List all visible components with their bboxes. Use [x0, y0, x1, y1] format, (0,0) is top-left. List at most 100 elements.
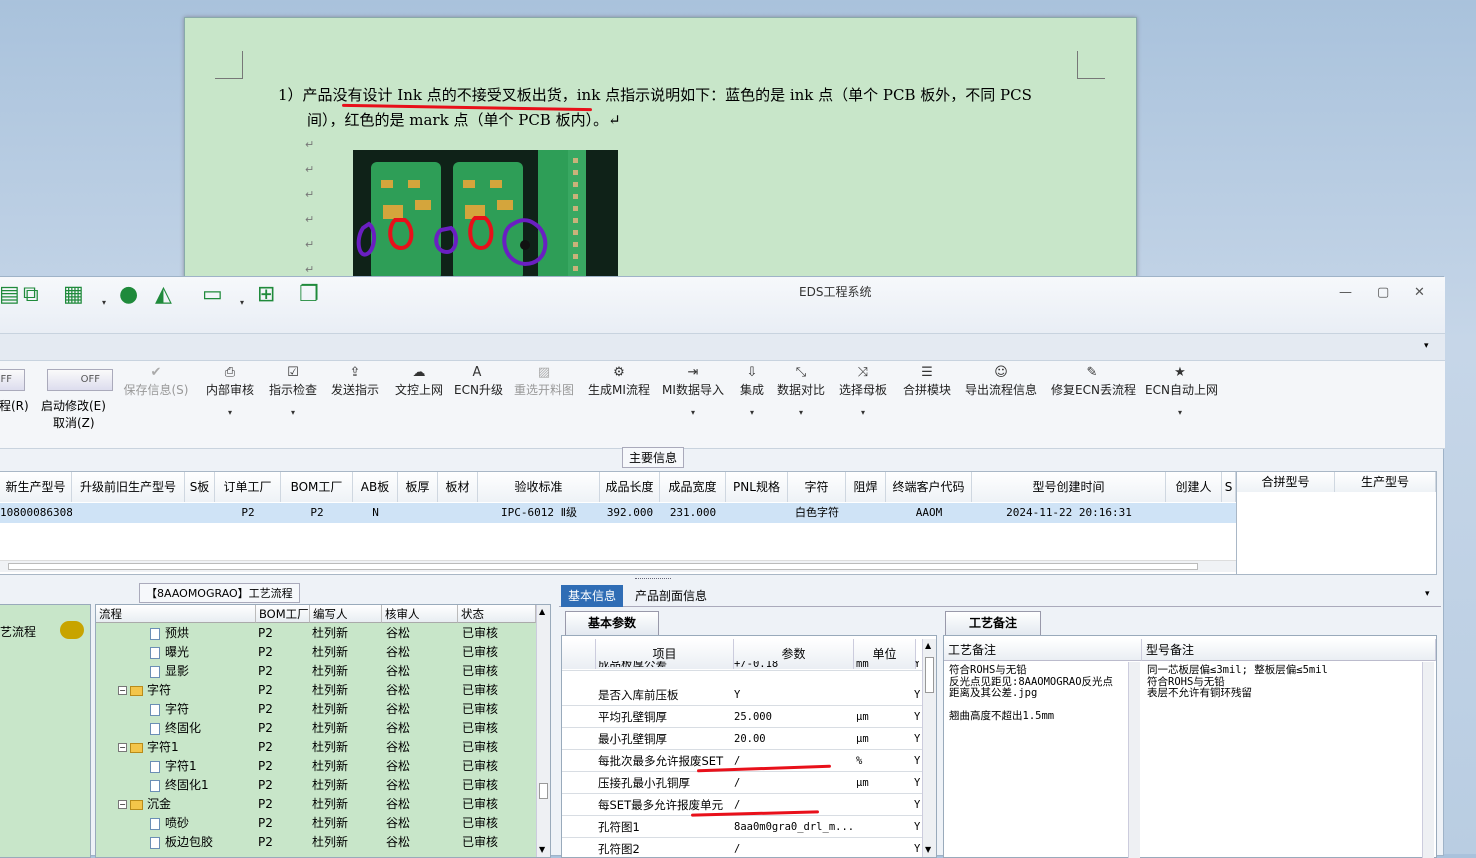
- vertical-scrollbar[interactable]: ▲ ▼: [922, 639, 936, 857]
- ribbon-button[interactable]: ⇥ MI数据导入 ▾: [661, 365, 725, 417]
- table-cell[interactable]: 392.000: [600, 503, 660, 523]
- table-cell[interactable]: [726, 503, 788, 523]
- column-header[interactable]: 成品长度: [600, 472, 660, 502]
- column-header[interactable]: 升级前旧生产型号: [72, 472, 185, 502]
- param-value[interactable]: /: [734, 838, 852, 857]
- param-row[interactable]: 最小孔壁铜厚 20.00 μm Y: [562, 728, 922, 750]
- table-row[interactable]: − 沉金 P2 杜列新 谷松 已审核: [96, 795, 536, 814]
- column-header[interactable]: 订单工厂: [215, 472, 281, 502]
- column-header[interactable]: 编写人: [310, 605, 382, 623]
- ribbon-button[interactable]: ★ ECN自动上网 ▾: [1145, 365, 1218, 417]
- table-cell[interactable]: IPC-6012 Ⅱ级: [478, 503, 600, 523]
- table-row[interactable]: 终固化 P2 杜列新 谷松 已审核: [96, 719, 536, 738]
- ribbon-button[interactable]: ☰ 合拼模块: [901, 365, 953, 398]
- param-value[interactable]: /: [734, 772, 852, 794]
- model-notes-text[interactable]: 同一芯板层偏≤3mil; 整板层偏≤5mil 符合ROHS与无铅 表层不允许有铜…: [1147, 664, 1328, 700]
- vertical-scrollbar[interactable]: [1422, 662, 1434, 858]
- column-header[interactable]: 工艺备注: [944, 639, 1142, 661]
- ribbon-button[interactable]: ⤨ 选择母板 ▾: [837, 365, 889, 417]
- scroll-down-icon[interactable]: ▼: [925, 845, 931, 854]
- column-header[interactable]: 合拼型号: [1237, 472, 1335, 492]
- table-cell[interactable]: [72, 503, 185, 523]
- param-value[interactable]: 20.00: [734, 728, 852, 750]
- column-header[interactable]: PNL规格: [726, 472, 788, 502]
- column-header[interactable]: 阻焊: [846, 472, 886, 502]
- vertical-scrollbar[interactable]: ▲ ▼: [536, 605, 550, 857]
- chevron-down-icon[interactable]: ▾: [267, 408, 319, 417]
- table-cell[interactable]: [398, 503, 438, 523]
- table-row[interactable]: 曝光 P2 杜列新 谷松 已审核: [96, 643, 536, 662]
- windows-icon[interactable]: ⊞: [257, 283, 275, 307]
- maximize-button[interactable]: ▢: [1377, 285, 1389, 300]
- scroll-up-icon[interactable]: ▲: [925, 641, 931, 650]
- grid-icon[interactable]: ▦: [63, 283, 84, 307]
- chevron-down-icon[interactable]: ▾: [837, 408, 889, 417]
- table-row[interactable]: 喷砂 P2 杜列新 谷松 已审核: [96, 814, 536, 833]
- flow-side-label[interactable]: 艺流程: [0, 623, 36, 640]
- minimize-button[interactable]: —: [1339, 285, 1352, 300]
- ribbon-button[interactable]: ⎙ 内部审核 ▾: [204, 365, 256, 417]
- scrollbar-thumb[interactable]: [925, 657, 934, 693]
- chevron-down-icon[interactable]: ▾: [204, 408, 256, 417]
- chevron-down-icon[interactable]: ▾: [1425, 589, 1430, 599]
- scrollbar-thumb[interactable]: [539, 783, 548, 799]
- vertical-scrollbar[interactable]: [1128, 662, 1140, 858]
- chevron-down-icon[interactable]: ▾: [661, 408, 725, 417]
- table-cell[interactable]: [1222, 503, 1236, 523]
- tab-basic-info[interactable]: 基本信息: [561, 585, 623, 607]
- edit-mode-toggle[interactable]: OFF: [47, 369, 113, 391]
- param-value[interactable]: Y: [734, 684, 852, 706]
- table-cell[interactable]: 白色字符: [788, 503, 846, 523]
- ribbon-button[interactable]: ☑ 指示检查 ▾: [267, 365, 319, 417]
- column-header[interactable]: AB板: [353, 472, 398, 502]
- column-header[interactable]: 终端客户代码: [886, 472, 972, 502]
- chevron-down-icon[interactable]: ▾: [1145, 408, 1215, 417]
- column-header[interactable]: S板: [185, 472, 215, 502]
- table-cell[interactable]: 2024-11-22 20:16:31: [972, 503, 1166, 523]
- column-header[interactable]: 创建人: [1166, 472, 1222, 502]
- column-header[interactable]: 板厚: [398, 472, 438, 502]
- column-header[interactable]: BOM工厂: [256, 605, 310, 623]
- param-row[interactable]: 孔符图1 8aa0m0gra0_drl_m... Y: [562, 816, 922, 838]
- ribbon-button[interactable]: ⤡ 数据对比 ▾: [775, 365, 827, 417]
- table-row[interactable]: 字符1 P2 杜列新 谷松 已审核: [96, 757, 536, 776]
- column-header[interactable]: 新生产型号: [0, 472, 72, 502]
- area-chart-icon[interactable]: ◭: [155, 283, 172, 307]
- table-cell[interactable]: P2: [281, 503, 353, 523]
- param-row[interactable]: 成品板厚公差+/-0.18 mm Y: [562, 661, 922, 671]
- close-button[interactable]: ✕: [1414, 285, 1425, 300]
- table-row[interactable]: 终固化1 P2 杜列新 谷松 已审核: [96, 776, 536, 795]
- scroll-up-icon[interactable]: ▲: [539, 607, 545, 616]
- table-cell[interactable]: [1166, 503, 1222, 523]
- table-cell[interactable]: AAOM: [886, 503, 972, 523]
- table-row[interactable]: − 字符1 P2 杜列新 谷松 已审核: [96, 738, 536, 757]
- process-notes-text[interactable]: 符合ROHS与无铅 反光点见距见:8AAOMOGRAO反光点 距离及其公差.jp…: [949, 664, 1113, 723]
- scrollbar-thumb[interactable]: [8, 563, 1198, 570]
- table-row[interactable]: − 字符 P2 杜列新 谷松 已审核: [96, 681, 536, 700]
- column-header[interactable]: 生产型号: [1335, 472, 1436, 492]
- table-cell[interactable]: 10800086308: [0, 503, 72, 523]
- column-header[interactable]: BOM工厂: [281, 472, 353, 502]
- table-cell[interactable]: N: [353, 503, 398, 523]
- collapse-icon[interactable]: −: [118, 743, 127, 752]
- scroll-down-icon[interactable]: ▼: [539, 845, 545, 854]
- table-row[interactable]: 预烘 P2 杜列新 谷松 已审核: [96, 624, 536, 643]
- table-cell[interactable]: [185, 503, 215, 523]
- comment-icon[interactable]: [60, 621, 84, 639]
- column-header[interactable]: 型号备注: [1142, 639, 1436, 661]
- table-cell[interactable]: [438, 503, 478, 523]
- column-header[interactable]: 流程: [96, 605, 256, 623]
- tab-basic-params[interactable]: 基本参数: [565, 611, 659, 635]
- toggle-switch[interactable]: OFF: [0, 369, 25, 391]
- column-header[interactable]: 核审人: [382, 605, 458, 623]
- ribbon-button[interactable]: ⇩ 集成 ▾: [737, 365, 767, 417]
- ribbon-button[interactable]: ☺ 导出流程信息: [963, 365, 1039, 398]
- ribbon-button[interactable]: ✎ 修复ECN丢流程: [1051, 365, 1136, 398]
- chevron-down-icon[interactable]: ▾: [102, 291, 106, 315]
- param-value[interactable]: 8aa0m0gra0_drl_m...: [734, 816, 852, 838]
- column-header[interactable]: 验收标准: [478, 472, 600, 502]
- horizontal-scrollbar[interactable]: [0, 560, 1236, 572]
- document-icon[interactable]: ▤: [0, 283, 20, 307]
- tab-product-profile[interactable]: 产品剖面信息: [635, 587, 707, 604]
- table-cell[interactable]: P2: [215, 503, 281, 523]
